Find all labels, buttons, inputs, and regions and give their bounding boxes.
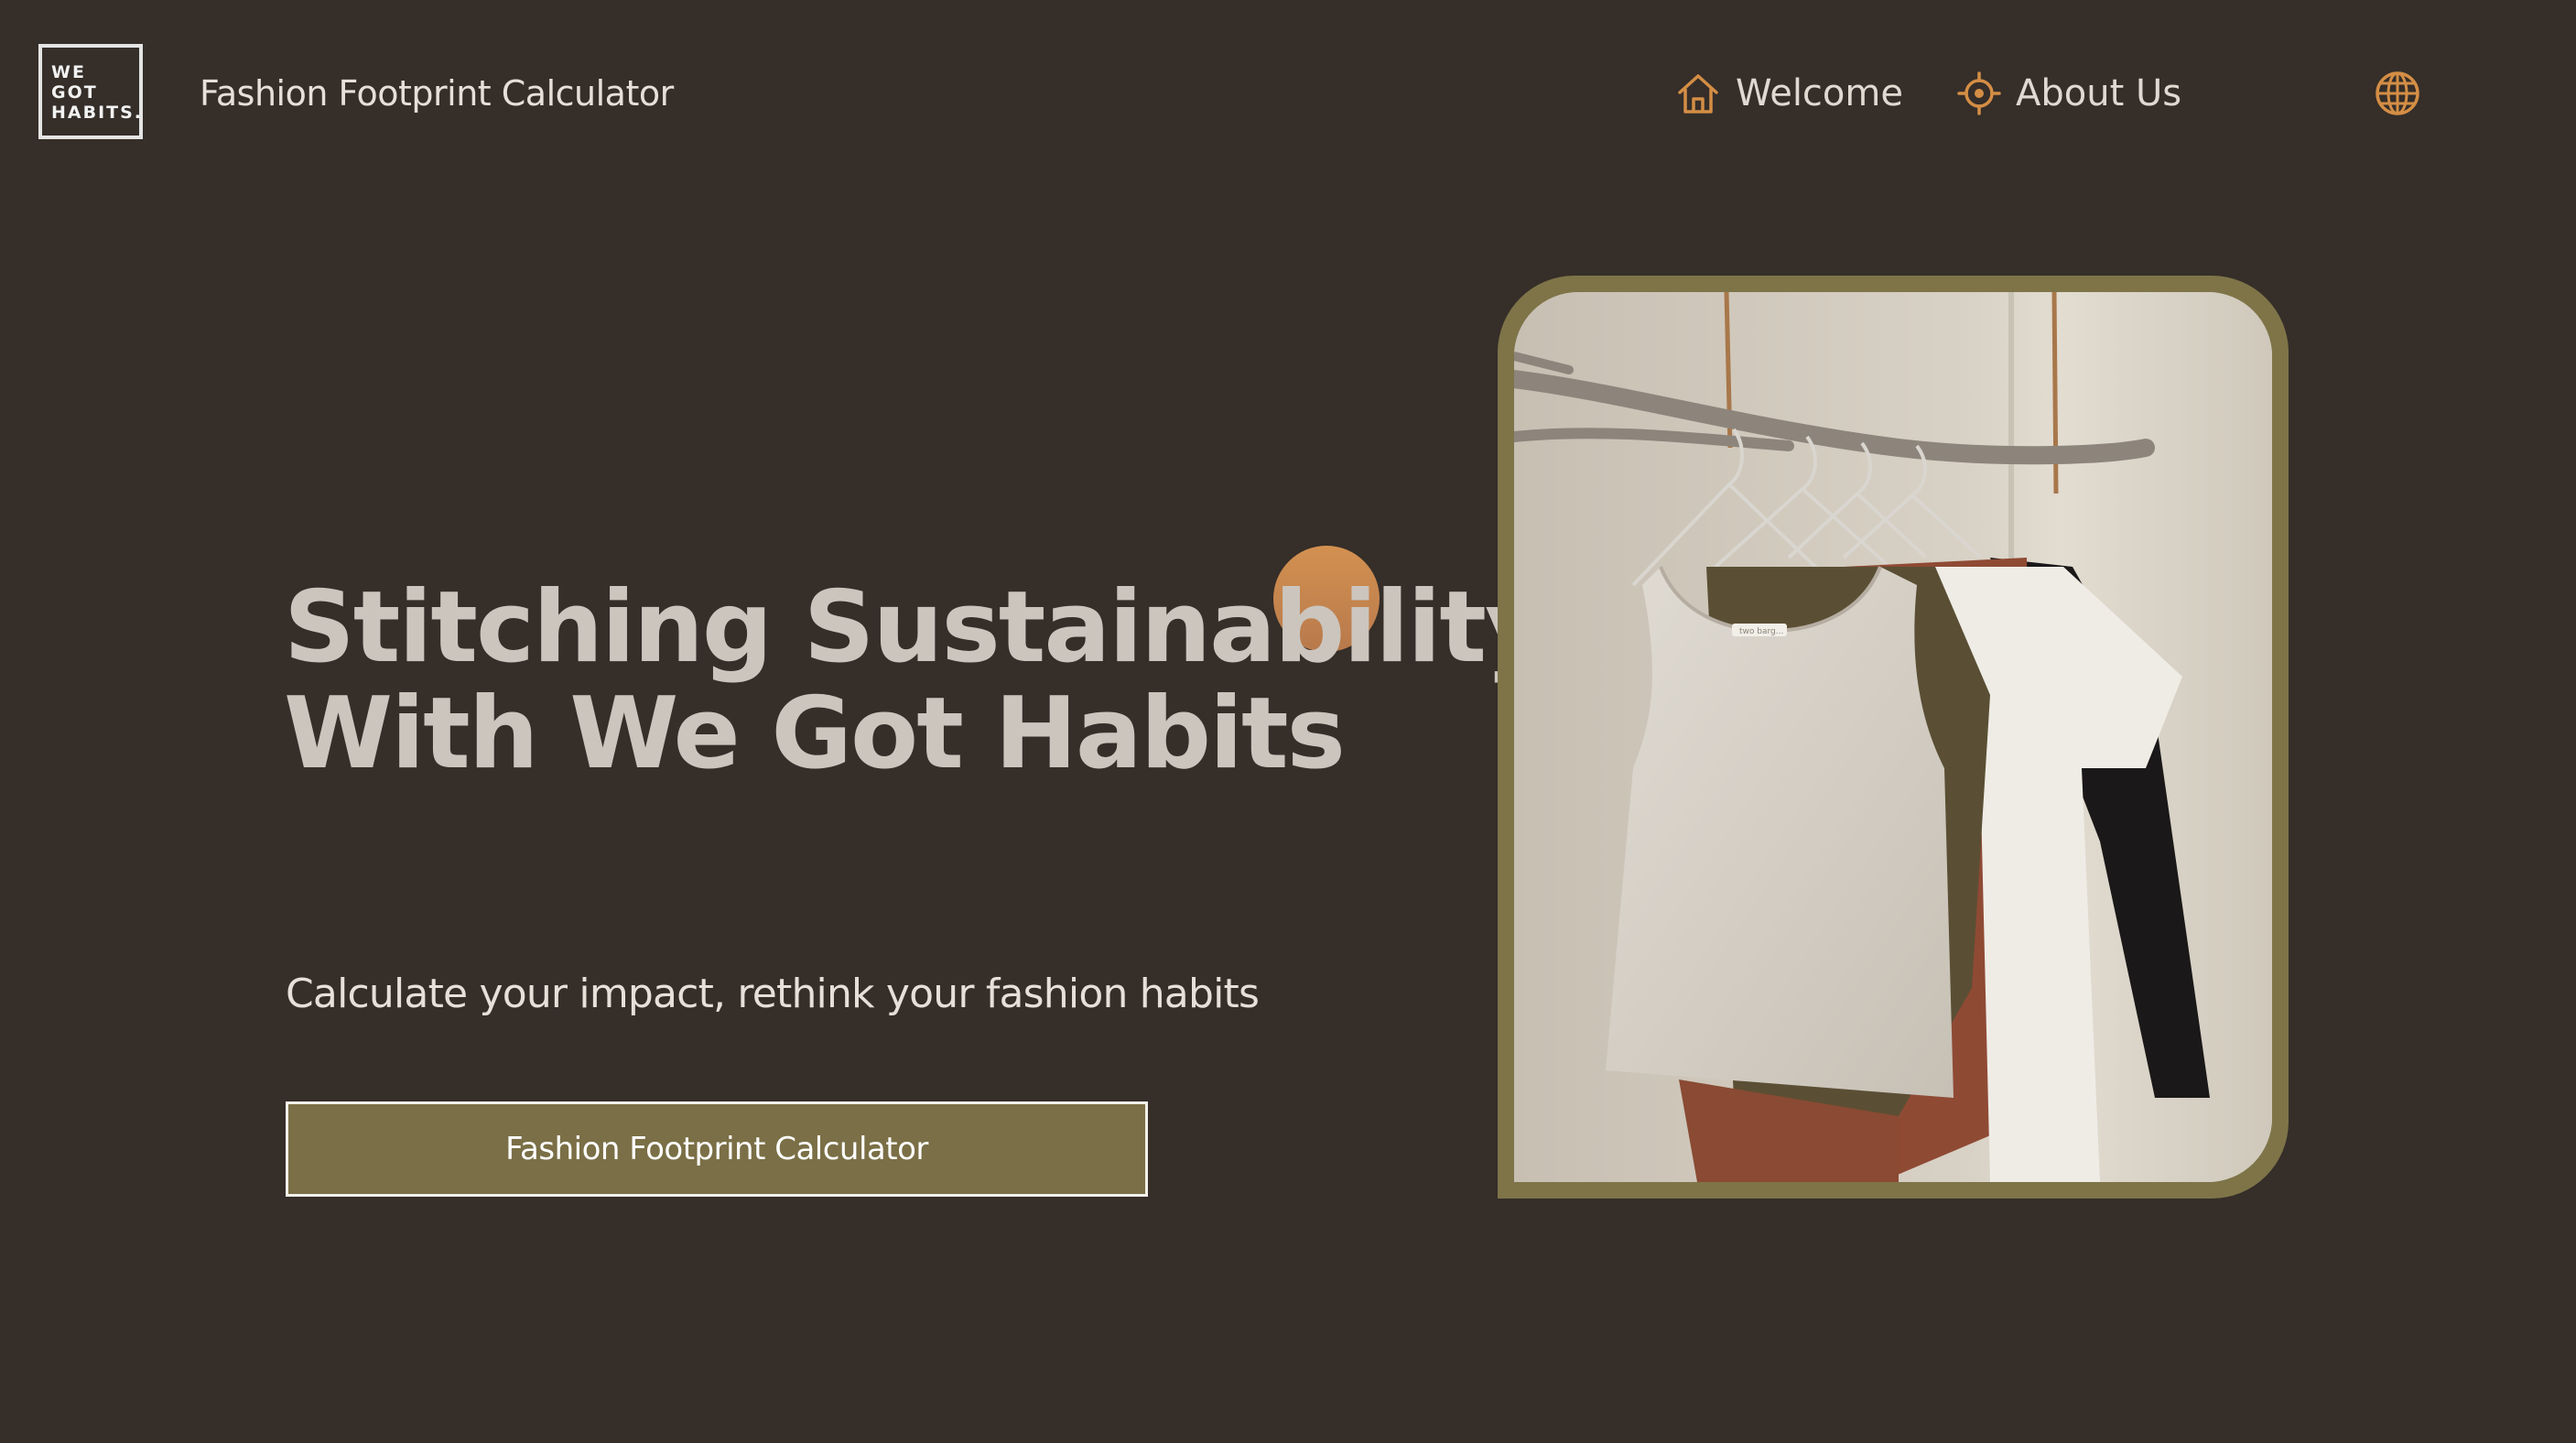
- logo-line-1: WE: [51, 62, 86, 82]
- nav-welcome-label: Welcome: [1736, 72, 1903, 114]
- logo-line-2: GOT: [51, 82, 98, 103]
- brand-logo[interactable]: WE GOT HABITS.: [38, 44, 143, 139]
- page: WE GOT HABITS. Fashion Footprint Calcula…: [0, 0, 2576, 1443]
- nav-about-us-label: About Us: [2016, 72, 2182, 114]
- clothes-rack-image: two barg...: [1514, 292, 2272, 1182]
- language-selector[interactable]: [2373, 69, 2422, 118]
- hero-title-line-1: Stitching Sustainability: [284, 570, 1549, 685]
- globe-icon: [2373, 71, 2422, 122]
- hero-subtitle: Calculate your impact, rethink your fash…: [286, 971, 1260, 1017]
- nav-welcome[interactable]: Welcome: [1675, 66, 1903, 121]
- hero-title-line-2: With We Got Habits: [284, 677, 1346, 791]
- calculator-cta-button[interactable]: Fashion Footprint Calculator: [286, 1101, 1148, 1197]
- logo-line-3: HABITS.: [51, 103, 144, 123]
- hero-title: Stitching Sustainability With We Got Hab…: [284, 570, 1549, 791]
- nav-about-us[interactable]: About Us: [1957, 66, 2181, 121]
- home-icon: [1675, 71, 1721, 116]
- site-title[interactable]: Fashion Footprint Calculator: [200, 73, 674, 114]
- garment-tag-text: two barg...: [1739, 627, 1783, 636]
- target-icon: [1957, 71, 2001, 115]
- hero-image-frame: two barg...: [1498, 276, 2289, 1199]
